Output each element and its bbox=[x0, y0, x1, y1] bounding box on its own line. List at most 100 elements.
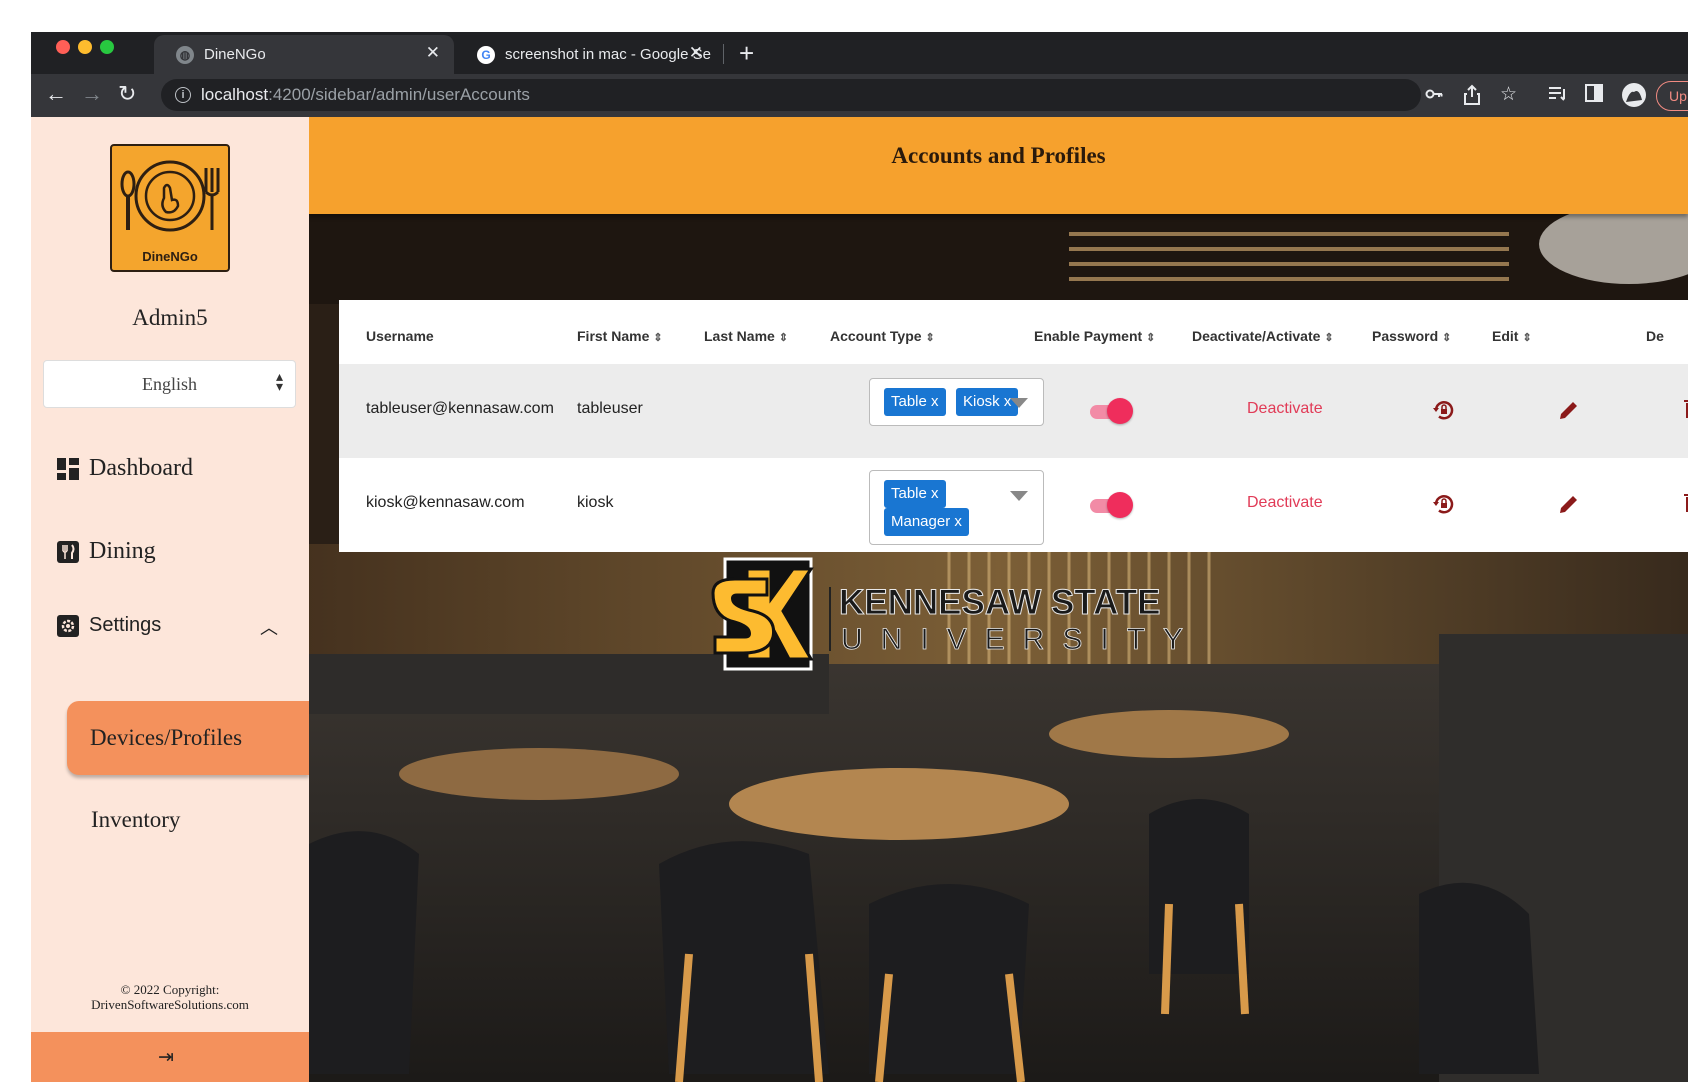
deactivate-link[interactable]: Deactivate bbox=[1247, 400, 1323, 418]
toggle-knob bbox=[1107, 492, 1133, 518]
logout-icon: ⇥ bbox=[158, 1047, 174, 1068]
dropdown-caret-icon[interactable] bbox=[1010, 398, 1028, 408]
lock-reset-icon[interactable] bbox=[1432, 492, 1456, 516]
column-header-username[interactable]: Username bbox=[366, 328, 434, 344]
column-header-edit[interactable]: Edit ⇕ bbox=[1492, 328, 1532, 344]
column-header-deactivate-activate[interactable]: Deactivate/Activate ⇕ bbox=[1192, 328, 1334, 344]
column-header-last-name[interactable]: Last Name ⇕ bbox=[704, 328, 788, 344]
key-icon[interactable] bbox=[1424, 84, 1444, 104]
column-header-delete[interactable]: De bbox=[1646, 328, 1664, 344]
sort-icon: ⇕ bbox=[925, 332, 935, 344]
url-host: localhost bbox=[201, 85, 269, 104]
column-header-label: Edit bbox=[1492, 328, 1519, 344]
maximize-window-icon[interactable] bbox=[100, 40, 114, 54]
browser-toolbar: ← → ↻ i localhost:4200/sidebar/admin/use… bbox=[31, 74, 1688, 117]
bookmark-star-icon[interactable]: ☆ bbox=[1500, 84, 1517, 106]
account-type-chip[interactable]: Kiosk x bbox=[956, 388, 1019, 416]
url-path: :4200/sidebar/admin/userAccounts bbox=[268, 85, 530, 104]
reload-icon[interactable]: ↻ bbox=[118, 81, 136, 107]
sort-icon: ⇕ bbox=[778, 332, 789, 344]
dashboard-icon bbox=[57, 457, 79, 480]
tab-separator bbox=[723, 44, 724, 64]
pencil-icon[interactable] bbox=[1557, 492, 1581, 516]
main-content: Accounts and Profiles Username First Nam… bbox=[309, 117, 1688, 1082]
column-header-password[interactable]: Password ⇕ bbox=[1372, 328, 1451, 344]
account-type-chip[interactable]: Table x bbox=[884, 388, 946, 416]
copyright-text: © 2022 Copyright: DrivenSoftwareSolution… bbox=[31, 982, 309, 1012]
tab-google-search[interactable]: G screenshot in mac - Google Se ✕ bbox=[461, 35, 751, 74]
sidebar-item-inventory[interactable]: Inventory bbox=[91, 807, 180, 833]
browser-tab-bar: ◍ DineNGo ✕ G screenshot in mac - Google… bbox=[31, 32, 1688, 74]
dining-hand-icon bbox=[120, 160, 220, 232]
sort-icon: ⇕ bbox=[1442, 332, 1452, 344]
screen: ◍ DineNGo ✕ G screenshot in mac - Google… bbox=[31, 32, 1688, 1082]
column-header-enable-payment[interactable]: Enable Payment ⇕ bbox=[1034, 328, 1155, 344]
reading-list-icon[interactable] bbox=[1547, 84, 1567, 104]
sort-icon: ⇕ bbox=[1522, 332, 1532, 344]
up-down-caret-icon: ▴ ▾ bbox=[275, 370, 283, 395]
enable-payment-toggle[interactable] bbox=[1090, 398, 1133, 424]
column-header-label: Deactivate/Activate bbox=[1192, 328, 1321, 344]
ksu-monogram-icon bbox=[711, 557, 814, 671]
profile-avatar-icon[interactable] bbox=[1621, 82, 1647, 108]
close-tab-icon[interactable]: ✕ bbox=[426, 43, 440, 63]
column-header-label: First Name bbox=[577, 328, 650, 344]
toggle-knob bbox=[1107, 398, 1133, 424]
copyright-line: © 2022 Copyright: bbox=[120, 982, 220, 997]
admin-username: Admin5 bbox=[132, 305, 208, 330]
sidebar-item-label: Inventory bbox=[91, 807, 181, 832]
ksu-wordmark-line2: UNIVERSITY bbox=[841, 623, 1202, 657]
logout-button[interactable]: ⇥ bbox=[31, 1032, 309, 1082]
share-icon[interactable] bbox=[1462, 84, 1482, 106]
sidebar-item-devices-profiles[interactable]: Devices/Profiles bbox=[67, 701, 309, 775]
account-type-select[interactable]: Table x Manager x bbox=[869, 470, 1044, 545]
enable-payment-toggle[interactable] bbox=[1090, 492, 1133, 518]
close-tab-icon[interactable]: ✕ bbox=[689, 43, 703, 63]
page-header: Accounts and Profiles bbox=[309, 117, 1688, 214]
tab-dinengo[interactable]: ◍ DineNGo ✕ bbox=[154, 35, 454, 74]
tab-title: DineNGo bbox=[204, 46, 266, 63]
account-type-chip[interactable]: Table x bbox=[884, 480, 946, 508]
utensils-icon bbox=[57, 540, 79, 563]
username-cell: kiosk@kennasaw.com bbox=[366, 494, 525, 511]
logo-divider bbox=[829, 587, 831, 651]
close-window-icon[interactable] bbox=[56, 40, 70, 54]
gear-icon bbox=[57, 614, 79, 637]
back-icon[interactable]: ← bbox=[45, 81, 67, 107]
column-header-label: Enable Payment bbox=[1034, 328, 1143, 344]
side-panel-icon[interactable] bbox=[1585, 84, 1603, 102]
first-name-cell: tableuser bbox=[577, 400, 643, 417]
accounts-table: Username First Name ⇕ Last Name ⇕ Account … bbox=[339, 300, 1688, 552]
sidebar-item-label: Settings bbox=[89, 614, 162, 636]
page-title: Accounts and Profiles bbox=[891, 143, 1106, 168]
column-header-label: Username bbox=[366, 328, 434, 344]
sidebar-item-dashboard[interactable]: Dashboard bbox=[57, 455, 193, 482]
globe-icon: ◍ bbox=[176, 45, 194, 64]
sort-icon: ⇕ bbox=[1324, 332, 1334, 344]
first-name-cell: kiosk bbox=[577, 494, 614, 511]
deactivate-link[interactable]: Deactivate bbox=[1247, 494, 1323, 512]
trash-icon[interactable] bbox=[1684, 492, 1688, 516]
update-button[interactable]: Up bbox=[1656, 81, 1688, 111]
account-type-chip[interactable]: Manager x bbox=[884, 508, 969, 536]
forward-icon[interactable]: → bbox=[81, 81, 103, 107]
new-tab-icon[interactable]: + bbox=[739, 38, 754, 68]
column-header-account-type[interactable]: Account Type ⇕ bbox=[830, 328, 935, 344]
tab-title: screenshot in mac - Google Se bbox=[505, 46, 711, 63]
pencil-icon[interactable] bbox=[1557, 398, 1581, 422]
lock-reset-icon[interactable] bbox=[1432, 398, 1456, 422]
column-header-first-name[interactable]: First Name ⇕ bbox=[577, 328, 663, 344]
dropdown-caret-icon[interactable] bbox=[1010, 491, 1028, 501]
account-type-select[interactable]: Table x Kiosk x bbox=[869, 378, 1044, 426]
logo-text: DineNGo bbox=[142, 249, 198, 264]
sort-icon: ⇕ bbox=[1146, 332, 1156, 344]
chevron-up-icon[interactable]: ︿ bbox=[260, 614, 278, 640]
site-info-icon[interactable]: i bbox=[175, 87, 191, 103]
address-bar[interactable]: i localhost:4200/sidebar/admin/userAccou… bbox=[161, 79, 1421, 111]
table-row: kiosk@kennasaw.com kiosk Table x Manager… bbox=[339, 458, 1688, 552]
trash-icon[interactable] bbox=[1684, 398, 1688, 422]
sidebar-item-dining[interactable]: Dining bbox=[57, 538, 156, 565]
minimize-window-icon[interactable] bbox=[78, 40, 92, 54]
sidebar-item-settings[interactable]: Settings bbox=[57, 614, 161, 637]
language-select[interactable]: English ▴ ▾ bbox=[43, 360, 296, 408]
